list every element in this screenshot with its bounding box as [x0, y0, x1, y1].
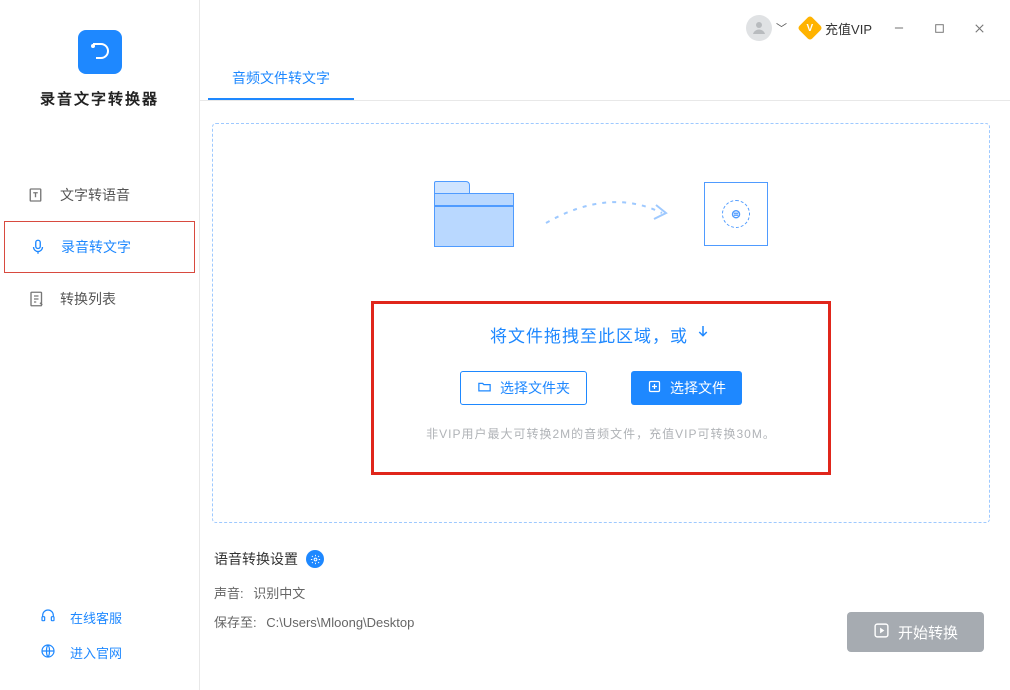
select-folder-button[interactable]: 选择文件夹: [460, 371, 587, 405]
nav-item-label: 转换列表: [60, 289, 116, 309]
mic-icon: [29, 238, 47, 256]
website-label: 进入官网: [70, 643, 122, 662]
support-link[interactable]: 在线客服: [0, 600, 199, 635]
titlebar: ﹀ V 充值VIP: [200, 0, 1010, 56]
app-window: 录音文字转换器 文字转语音 录音转文字: [0, 0, 1010, 690]
nav-item-label: 录音转文字: [61, 237, 131, 257]
nav: 文字转语音 录音转文字 转换列表: [0, 169, 199, 325]
select-file-button[interactable]: 选择文件: [631, 371, 742, 405]
user-menu[interactable]: ﹀: [746, 15, 787, 41]
tabs: 音频文件转文字: [200, 56, 1010, 101]
save-label: 保存至:: [214, 615, 257, 630]
folder-icon: [434, 181, 514, 247]
nav-item-label: 文字转语音: [60, 185, 130, 205]
gear-icon[interactable]: [306, 550, 324, 568]
settings-title: 语音转换设置: [214, 549, 298, 569]
document-convert-icon: ⊜: [704, 182, 768, 246]
drop-hint: 将文件拖拽至此区域，或: [490, 322, 712, 347]
content: ⊜ 将文件拖拽至此区域，或: [200, 101, 1010, 690]
nav-item-tts[interactable]: 文字转语音: [0, 169, 199, 221]
folder-small-icon: [477, 379, 492, 397]
dropzone[interactable]: ⊜ 将文件拖拽至此区域，或: [212, 123, 990, 523]
vip-badge-icon: V: [797, 15, 822, 40]
select-folder-label: 选择文件夹: [500, 378, 570, 398]
avatar-icon: [746, 15, 772, 41]
app-logo-icon: [78, 30, 122, 74]
start-convert-button[interactable]: 开始转换: [847, 612, 984, 652]
website-link[interactable]: 进入官网: [0, 635, 199, 670]
sidebar-footer: 在线客服 进入官网: [0, 600, 199, 670]
vip-label: 充值VIP: [825, 19, 872, 38]
illustration: ⊜: [434, 181, 768, 247]
app-title: 录音文字转换器: [40, 88, 159, 109]
text-to-speech-icon: [28, 186, 46, 204]
main: ﹀ V 充值VIP 音频文件转文字: [200, 0, 1010, 690]
headset-icon: [40, 608, 56, 627]
settings-title-row: 语音转换设置: [214, 549, 990, 569]
button-row: 选择文件夹 选择文件: [460, 371, 742, 405]
brand: 录音文字转换器: [0, 30, 199, 109]
select-file-label: 选择文件: [670, 378, 726, 398]
voice-value: 识别中文: [253, 586, 305, 601]
voice-label: 声音:: [214, 586, 244, 601]
start-convert-label: 开始转换: [898, 622, 958, 643]
chevron-down-icon: ﹀: [776, 20, 787, 36]
nav-item-list[interactable]: 转换列表: [0, 273, 199, 325]
globe-icon: [40, 643, 56, 662]
list-icon: [28, 290, 46, 308]
vip-button[interactable]: V 充值VIP: [801, 19, 872, 38]
tab-audio-to-text[interactable]: 音频文件转文字: [208, 56, 354, 100]
close-button[interactable]: [966, 15, 992, 41]
drop-hint-text: 将文件拖拽至此区域，或: [490, 322, 688, 347]
minimize-button[interactable]: [886, 15, 912, 41]
save-value: C:\Users\Mloong\Desktop: [266, 615, 414, 630]
sidebar: 录音文字转换器 文字转语音 录音转文字: [0, 0, 200, 690]
play-icon: [873, 622, 890, 643]
vip-limit-note: 非VIP用户最大可转换2M的音频文件，充值VIP可转换30M。: [426, 425, 776, 442]
highlighted-action-area: 将文件拖拽至此区域，或 选择文件夹: [371, 301, 831, 475]
support-label: 在线客服: [70, 608, 122, 627]
maximize-button[interactable]: [926, 15, 952, 41]
nav-item-stt[interactable]: 录音转文字: [4, 221, 195, 273]
arrow-dashed-icon: [544, 193, 674, 236]
voice-setting-row: 声音: 识别中文: [214, 583, 990, 602]
add-file-icon: [647, 379, 662, 397]
download-arrow-icon: [694, 323, 712, 346]
